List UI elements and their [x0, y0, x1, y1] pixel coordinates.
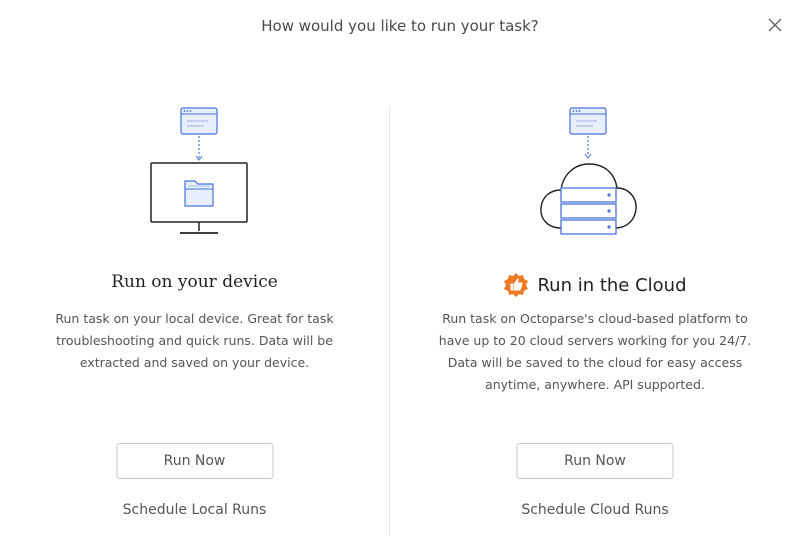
cloud-run-now-button[interactable]: Run Now	[516, 443, 674, 479]
thumbs-up-badge-icon	[504, 273, 529, 297]
schedule-cloud-runs-link[interactable]: Schedule Cloud Runs	[390, 502, 800, 518]
cloud-panel-title: Run in the Cloud	[537, 274, 687, 296]
schedule-local-runs-link[interactable]: Schedule Local Runs	[0, 502, 389, 518]
cloud-panel-description: Run task on Octoparse's cloud-based plat…	[438, 311, 752, 392]
local-run-now-button[interactable]: Run Now	[116, 443, 273, 479]
cloud-server-icon	[540, 107, 637, 235]
local-panel-description: Run task on your local device. Great for…	[55, 311, 334, 370]
local-run-panel: Run on your device Run task on your loca…	[0, 0, 389, 536]
local-panel-title: Run on your device	[111, 272, 278, 292]
cloud-panel-title-row: Run in the Cloud	[390, 272, 800, 298]
monitor-folder-icon	[150, 107, 248, 234]
cloud-run-panel: Run in the Cloud Run task on Octoparse's…	[390, 0, 800, 536]
